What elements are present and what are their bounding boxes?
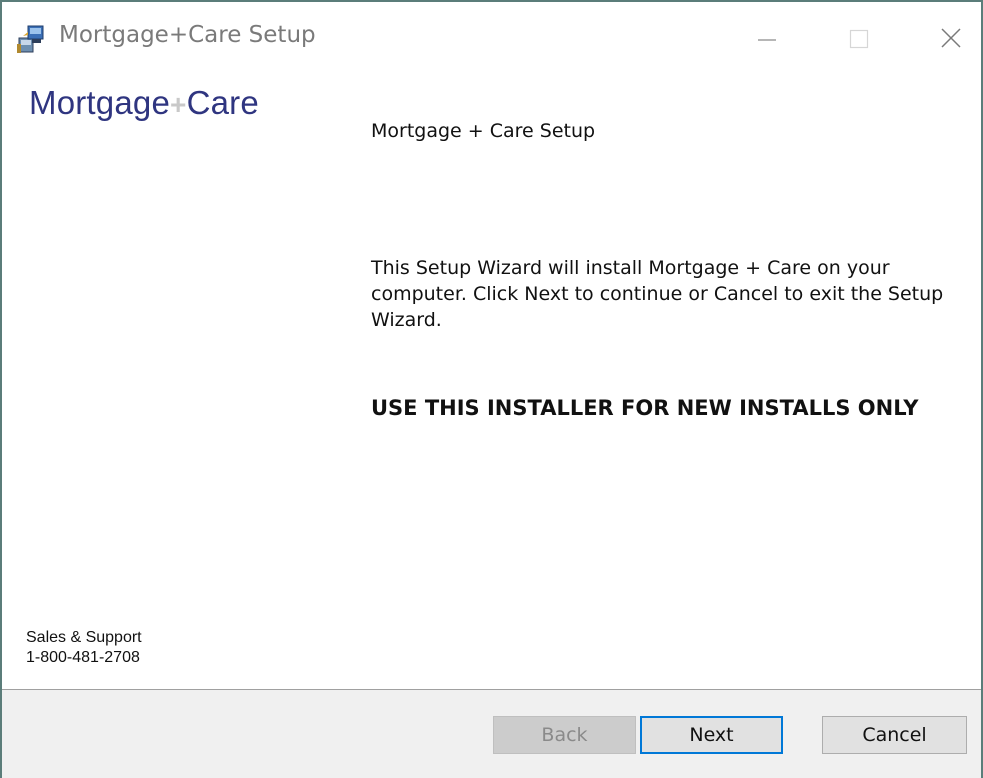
support-phone: 1-800-481-2708 [26, 649, 140, 666]
installer-warning: USE THIS INSTALLER FOR NEW INSTALLS ONLY [371, 396, 919, 420]
maximize-icon [849, 29, 869, 49]
support-info: Sales & Support 1-800-481-2708 [26, 628, 142, 668]
title-bar[interactable]: Mortgage+Care Setup [2, 2, 981, 74]
brand-logo: Mortgage+Care [29, 84, 259, 122]
support-label: Sales & Support [26, 629, 142, 646]
installer-icon [16, 24, 46, 54]
setup-window: Mortgage+Care Setup Mortgage+Care Sales … [0, 0, 983, 778]
cancel-button[interactable]: Cancel [822, 716, 967, 754]
maximize-button[interactable] [836, 16, 882, 60]
minimize-icon [758, 39, 776, 41]
window-title: Mortgage+Care Setup [59, 22, 316, 48]
wizard-heading: Mortgage + Care Setup [371, 120, 596, 142]
logo-text-mortgage: Mortgage [29, 84, 171, 121]
wizard-description: This Setup Wizard will install Mortgage … [371, 257, 944, 331]
back-button[interactable]: Back [493, 716, 636, 754]
close-icon [941, 28, 961, 48]
logo-plus: + [170, 89, 187, 120]
next-button[interactable]: Next [640, 716, 783, 754]
minimize-button[interactable] [744, 16, 790, 60]
button-bar: Back Next Cancel [2, 689, 981, 778]
logo-text-care: Care [186, 84, 259, 121]
close-button[interactable] [928, 16, 974, 60]
